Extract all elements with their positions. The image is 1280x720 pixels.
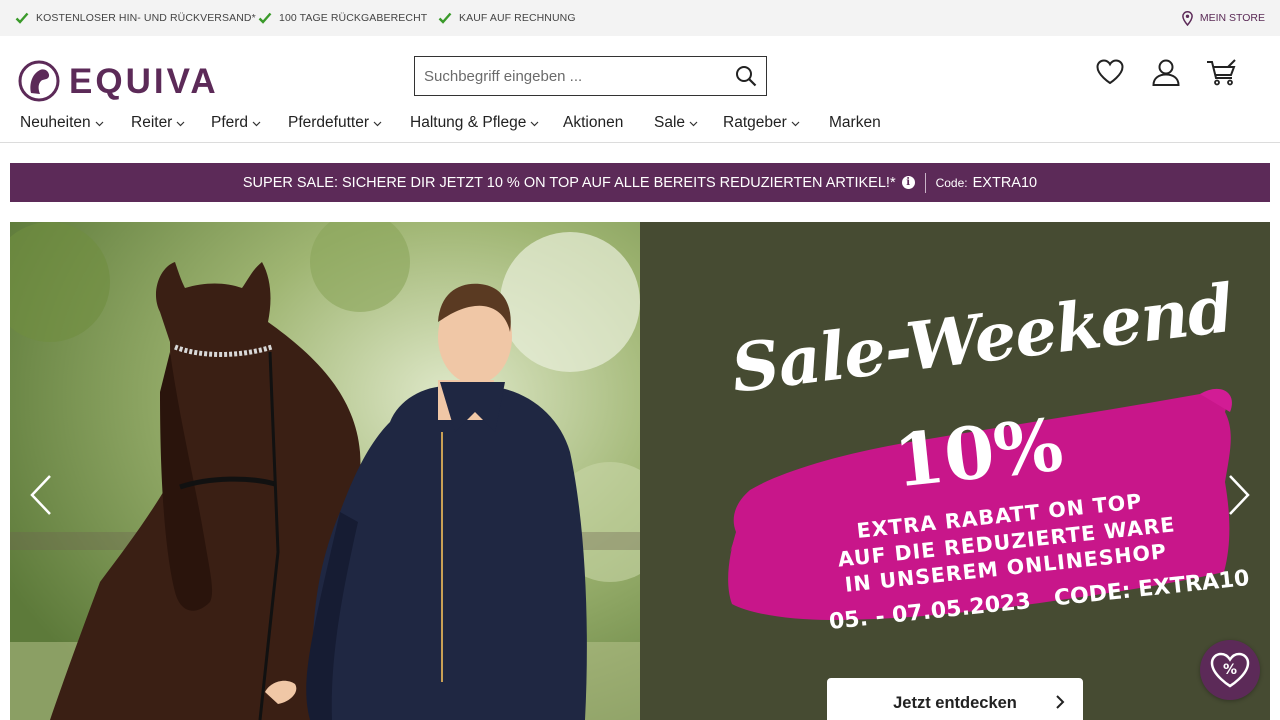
usp-bar: KOSTENLOSER HIN- UND RÜCKVERSAND* 100 TA… <box>0 0 1280 36</box>
cta-label: Jetzt entdecken <box>893 693 1017 712</box>
usp-label: KAUF AUF RECHNUNG <box>459 12 576 24</box>
nav-label: Ratgeber <box>723 113 787 131</box>
search-input[interactable] <box>415 57 726 95</box>
sale-weekend-banner[interactable]: Sale-Weekend 10% EXTRA RABATT ON TOP AUF… <box>640 222 1270 720</box>
slider-next-button[interactable] <box>1224 470 1254 520</box>
hero-photo[interactable] <box>10 222 640 720</box>
discount-heart-button[interactable]: % <box>1200 640 1260 700</box>
logo-text: EQUIVA <box>69 61 219 101</box>
nav-label: Aktionen <box>563 113 624 131</box>
chevron-down-icon <box>176 121 185 126</box>
equiva-logo[interactable]: EQUIVA <box>18 58 219 104</box>
nav-label: Marken <box>829 113 881 131</box>
chevron-right-icon <box>1056 695 1065 709</box>
slider-prev-button[interactable] <box>26 470 56 520</box>
chevron-down-icon <box>95 121 104 126</box>
map-pin-icon <box>1181 10 1193 26</box>
chevron-down-icon <box>530 121 539 126</box>
nav-label: Neuheiten <box>20 113 91 131</box>
nav-item-reiter[interactable]: Reiter <box>131 103 185 142</box>
cart-icon <box>1207 59 1236 86</box>
my-store-label: MEIN STORE <box>1199 12 1265 24</box>
chevron-down-icon <box>689 121 698 126</box>
search-button[interactable] <box>726 57 766 95</box>
jetzt-entdecken-button[interactable]: Jetzt entdecken <box>827 678 1083 720</box>
nav-item-pferdefutter[interactable]: Pferdefutter <box>288 103 382 142</box>
nav-item-marken[interactable]: Marken <box>829 103 881 142</box>
cart-button[interactable] <box>1194 56 1250 88</box>
search-box <box>414 56 767 96</box>
nav-label: Sale <box>654 113 686 131</box>
promo-code-label: Code: <box>935 175 968 190</box>
chevron-down-icon <box>373 121 382 126</box>
nav-label: Reiter <box>131 113 173 131</box>
promo-code: EXTRA10 <box>972 174 1038 191</box>
checkmark-icon <box>258 12 272 24</box>
user-icon <box>1152 59 1180 86</box>
usp-item-invoice: KAUF AUF RECHNUNG <box>438 0 576 36</box>
account-button[interactable] <box>1138 56 1194 88</box>
heart-percent-icon: % <box>1210 652 1250 688</box>
heart-icon <box>1096 59 1124 85</box>
search-icon <box>736 66 757 87</box>
wishlist-button[interactable] <box>1082 56 1138 88</box>
nav-item-sale[interactable]: Sale <box>654 103 698 142</box>
promo-divider <box>924 172 926 193</box>
nav-item-pferd[interactable]: Pferd <box>211 103 261 142</box>
chevron-down-icon <box>791 121 800 126</box>
nav-item-haltung-pflege[interactable]: Haltung & Pflege <box>410 103 539 142</box>
nav-label: Pferd <box>211 113 249 131</box>
header-icons <box>1082 56 1250 88</box>
checkmark-icon <box>15 12 29 24</box>
promo-banner[interactable]: SUPER SALE: SICHERE DIR JETZT 10 % ON TO… <box>10 163 1270 202</box>
main-navigation: Neuheiten Reiter Pferd Pferdefutter Halt… <box>0 103 1280 143</box>
nav-item-ratgeber[interactable]: Ratgeber <box>723 103 800 142</box>
chevron-down-icon <box>252 121 261 126</box>
usp-label: KOSTENLOSER HIN- UND RÜCKVERSAND* <box>36 12 256 24</box>
nav-label: Haltung & Pflege <box>410 113 527 131</box>
nav-item-aktionen[interactable]: Aktionen <box>563 103 623 142</box>
sale-percent: 10% <box>890 401 1067 504</box>
checkmark-icon <box>438 12 452 24</box>
usp-label: 100 TAGE RÜCKGABERECHT <box>279 12 428 24</box>
horse-and-rider-image <box>10 222 640 720</box>
my-store-link[interactable]: MEIN STORE <box>1181 0 1265 36</box>
horse-head-logo-icon <box>18 60 60 102</box>
chevron-left-icon <box>30 475 51 515</box>
usp-item-returns: 100 TAGE RÜCKGABERECHT <box>258 0 427 36</box>
promo-text: SUPER SALE: SICHERE DIR JETZT 10 % ON TO… <box>242 174 896 191</box>
nav-item-neuheiten[interactable]: Neuheiten <box>20 103 104 142</box>
svg-text:%: % <box>1223 662 1237 678</box>
usp-item-shipping: KOSTENLOSER HIN- UND RÜCKVERSAND* <box>15 0 256 36</box>
nav-label: Pferdefutter <box>288 113 369 131</box>
chevron-right-icon <box>1229 475 1250 515</box>
info-icon[interactable]: i <box>901 176 915 189</box>
